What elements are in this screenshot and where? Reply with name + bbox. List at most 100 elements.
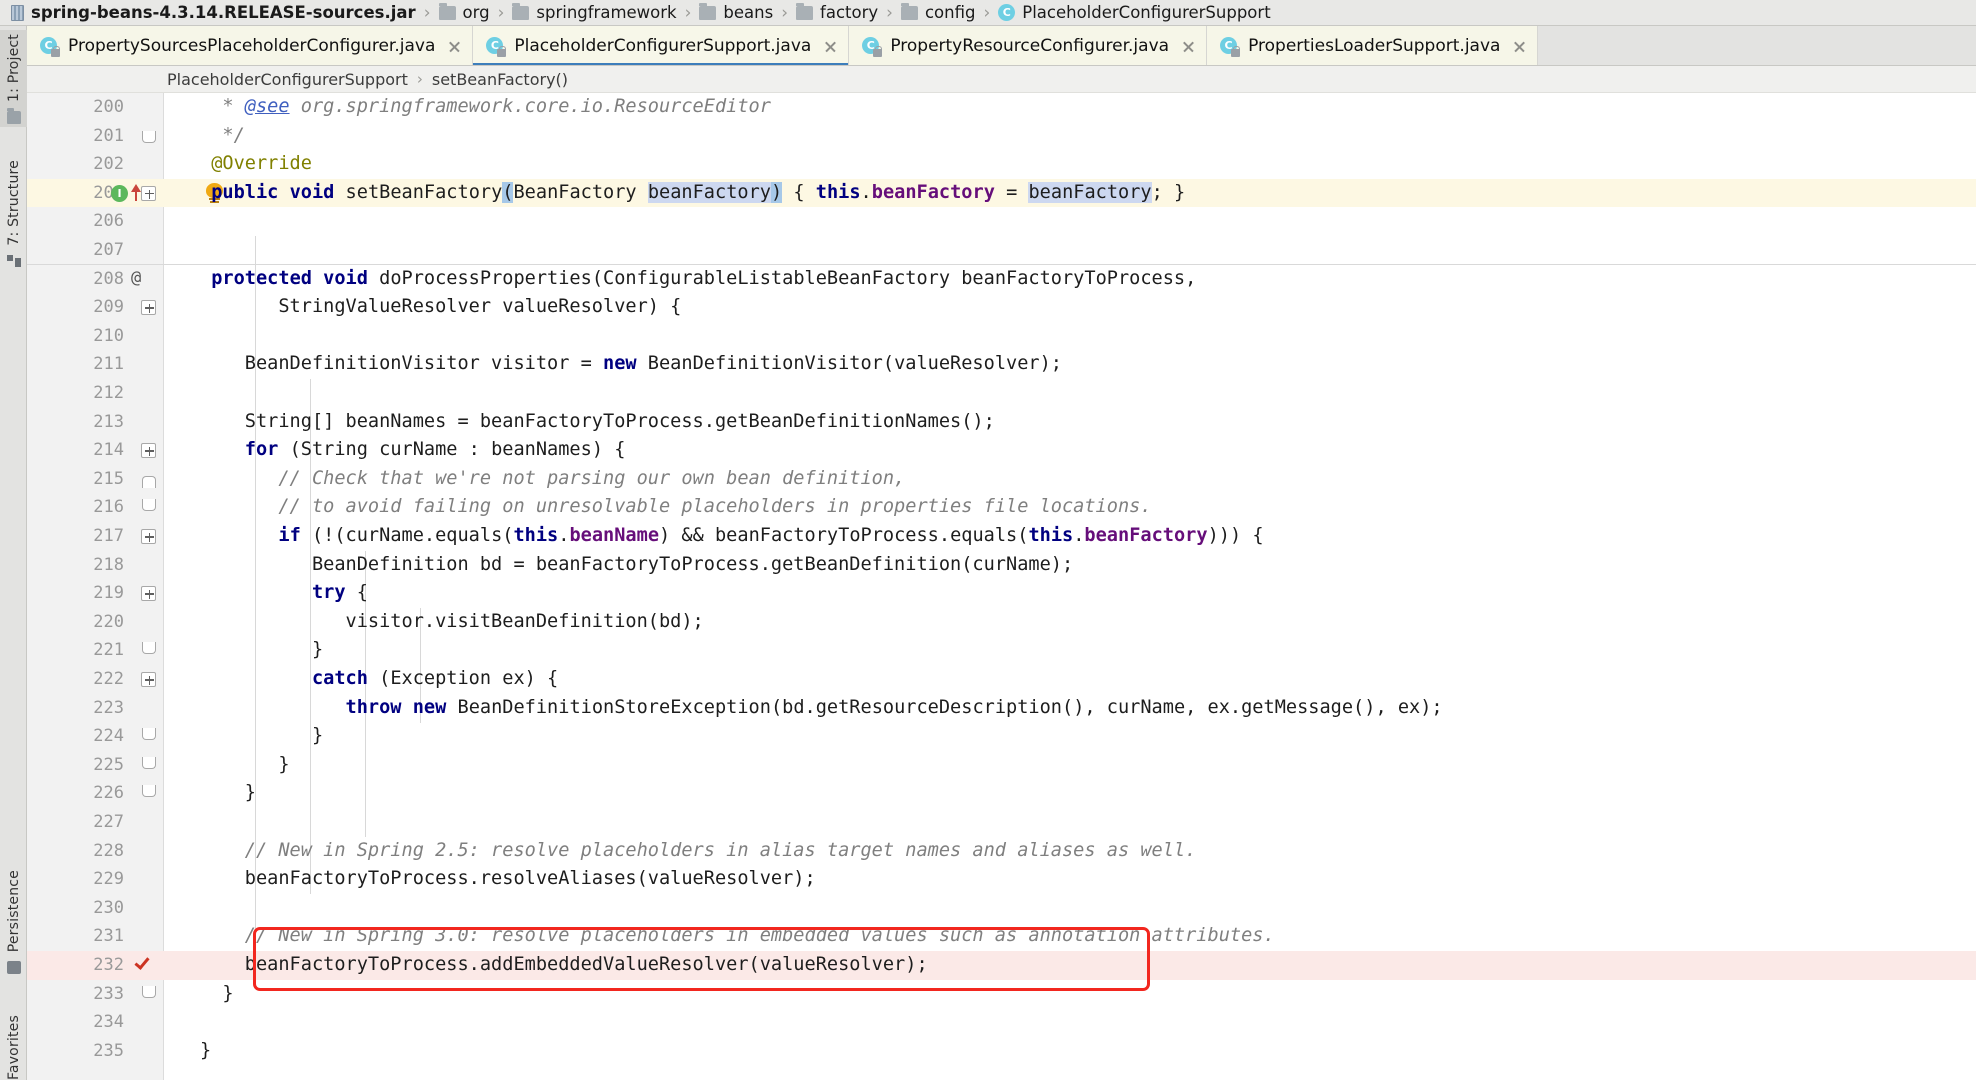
editor-row[interactable]: 230 xyxy=(27,894,1976,923)
line-number: 233 xyxy=(93,983,124,1004)
editor-row[interactable]: 222 catch (Exception ex) { xyxy=(27,665,1976,694)
code-line: StringValueResolver valueResolver) { xyxy=(200,296,682,318)
line-number: 217 xyxy=(93,526,124,546)
code-line: } xyxy=(200,753,290,775)
nav-crumb-label: factory xyxy=(820,2,879,22)
editor-row[interactable]: 215 // Check that we're not parsing our … xyxy=(27,465,1976,494)
fold-end-icon[interactable] xyxy=(142,985,156,998)
fold-end-icon[interactable] xyxy=(142,130,156,143)
breadcrumb-class[interactable]: PlaceholderConfigurerSupport xyxy=(167,66,408,93)
nav-separator: › xyxy=(781,2,789,23)
editor-row[interactable]: 220 visitor.visitBeanDefinition(bd); xyxy=(27,608,1976,637)
fold-expand-icon[interactable] xyxy=(141,672,156,687)
editor-row[interactable]: 227 xyxy=(27,808,1976,837)
editor-row[interactable]: 233 } xyxy=(27,980,1976,1009)
editor-row-current[interactable]: 203 I public void setBeanFactory(BeanFac… xyxy=(27,178,1976,208)
fold-expand-icon[interactable] xyxy=(141,529,156,544)
line-number: 221 xyxy=(93,640,124,661)
line-number: 206 xyxy=(93,211,124,232)
fold-end-icon[interactable] xyxy=(142,785,156,798)
nav-crumb-factory[interactable]: factory xyxy=(793,0,881,26)
nav-crumb-jar[interactable]: spring-beans-4.3.14.RELEASE-sources.jar xyxy=(4,0,419,26)
editor-row[interactable]: 234 xyxy=(27,1008,1976,1037)
code-editor[interactable]: 200 * @see org.springframework.core.io.R… xyxy=(27,93,1976,1080)
sidebar-item-project[interactable]: 1: Project xyxy=(0,30,27,127)
folder-icon xyxy=(512,2,530,20)
editor-row[interactable]: 231 // New in Spring 3.0: resolve placeh… xyxy=(27,922,1976,951)
editor-row[interactable]: 219 try { xyxy=(27,579,1976,608)
fold-end-icon[interactable] xyxy=(142,728,156,741)
editor-row[interactable]: 229 beanFactoryToProcess.resolveAliases(… xyxy=(27,865,1976,894)
editor-row[interactable]: 207 xyxy=(27,236,1976,265)
line-number: 222 xyxy=(93,669,124,689)
override-method-icon[interactable]: I xyxy=(111,184,128,202)
editor-row[interactable]: 225 } xyxy=(27,751,1976,780)
editor-row[interactable]: 209 StringValueResolver valueResolver) { xyxy=(27,293,1976,322)
editor-row[interactable]: 218 BeanDefinition bd = beanFactoryToPro… xyxy=(27,551,1976,580)
line-number: 234 xyxy=(93,1012,124,1033)
editor-row[interactable]: 210 xyxy=(27,322,1976,351)
breadcrumb-member[interactable]: setBeanFactory() xyxy=(432,66,568,93)
editor-row[interactable]: 228 // New in Spring 2.5: resolve placeh… xyxy=(27,837,1976,866)
fold-end-icon[interactable] xyxy=(142,756,156,769)
nav-separator: › xyxy=(684,2,692,23)
line-number: 229 xyxy=(93,869,124,890)
fold-expand-icon[interactable] xyxy=(141,185,156,201)
tab-property-resource-configurer[interactable]: C PropertyResourceConfigurer.java xyxy=(849,26,1208,65)
code-line: } xyxy=(200,1039,212,1061)
editor-row[interactable]: 208 @ protected void doProcessProperties… xyxy=(27,265,1976,294)
code-line: if (!(curName.equals(this.beanName) && b… xyxy=(278,525,1264,546)
code-line: * @see org.springframework.core.io.Resou… xyxy=(200,96,771,117)
editor-row[interactable]: 213 String[] beanNames = beanFactoryToPr… xyxy=(27,408,1976,437)
editor-row[interactable]: 223 throw new BeanDefinitionStoreExcepti… xyxy=(27,694,1976,723)
nav-crumb-springframework[interactable]: springframework xyxy=(509,0,679,26)
sidebar-item-persistence[interactable]: Persistence xyxy=(0,866,27,977)
nav-crumb-config[interactable]: config xyxy=(898,0,979,26)
line-number: 226 xyxy=(93,783,124,804)
nav-crumb-label: org xyxy=(462,2,490,22)
editor-row[interactable]: 235 } xyxy=(27,1037,1976,1066)
editor-row[interactable]: 211 BeanDefinitionVisitor visitor = new … xyxy=(27,350,1976,379)
sidebar-item-label: Persistence xyxy=(5,870,22,953)
nav-crumb-org[interactable]: org xyxy=(436,0,493,26)
fold-expand-icon[interactable] xyxy=(141,586,156,602)
fold-end-icon[interactable] xyxy=(142,499,156,512)
sidebar-item-structure[interactable]: 7: Structure xyxy=(0,156,27,271)
close-icon[interactable] xyxy=(1181,39,1196,54)
editor-row[interactable]: 216 // to avoid failing on unresolvable … xyxy=(27,493,1976,522)
sidebar-item-favorites[interactable]: Favorites xyxy=(0,1011,27,1080)
editor-row[interactable]: 212 xyxy=(27,379,1976,408)
sidebar-item-label: 1: Project xyxy=(5,34,22,102)
editor-row-highlighted[interactable]: 232 beanFactoryToProcess.addEmbeddedValu… xyxy=(27,951,1976,980)
close-icon[interactable] xyxy=(1512,39,1527,54)
line-number: 218 xyxy=(93,554,124,575)
editor-row[interactable]: 217 if (!(curName.equals(this.beanName) … xyxy=(27,522,1976,551)
close-icon[interactable] xyxy=(447,39,462,54)
line-number: 203 xyxy=(93,182,124,203)
editor-row[interactable]: 202 @Override xyxy=(27,150,1976,179)
nav-crumb-label: springframework xyxy=(536,2,677,22)
editor-row[interactable]: 224 } xyxy=(27,722,1976,751)
nav-crumb-class[interactable]: C PlaceholderConfigurerSupport xyxy=(995,0,1273,26)
tab-property-sources-placeholder-configurer[interactable]: C PropertySourcesPlaceholderConfigurer.j… xyxy=(27,26,474,65)
annotation-gutter-icon[interactable]: @ xyxy=(131,268,141,288)
editor-row[interactable]: 206 xyxy=(27,207,1976,236)
line-number: 212 xyxy=(93,383,124,403)
fold-expand-icon[interactable] xyxy=(141,300,156,316)
line-number: 224 xyxy=(93,726,124,747)
editor-row[interactable]: 201 */ xyxy=(27,122,1976,151)
nav-crumb-beans[interactable]: beans xyxy=(696,0,776,26)
fold-end-icon[interactable] xyxy=(142,642,156,655)
tab-placeholder-configurer-support[interactable]: C PlaceholderConfigurerSupport.java xyxy=(473,26,850,65)
line-number: 211 xyxy=(93,354,124,375)
fold-expand-icon[interactable] xyxy=(141,443,156,459)
line-number: 208 xyxy=(93,268,124,289)
bookmark-icon[interactable] xyxy=(134,954,153,974)
close-icon[interactable] xyxy=(823,39,838,54)
editor-row[interactable]: 214 for (String curName : beanNames) { xyxy=(27,436,1976,465)
tab-properties-loader-support[interactable]: C PropertiesLoaderSupport.java xyxy=(1207,26,1539,65)
editor-row[interactable]: 226 } xyxy=(27,779,1976,808)
fold-start-icon[interactable] xyxy=(142,475,156,488)
editor-row[interactable]: 221 } xyxy=(27,636,1976,665)
editor-row[interactable]: 200 * @see org.springframework.core.io.R… xyxy=(27,93,1976,122)
